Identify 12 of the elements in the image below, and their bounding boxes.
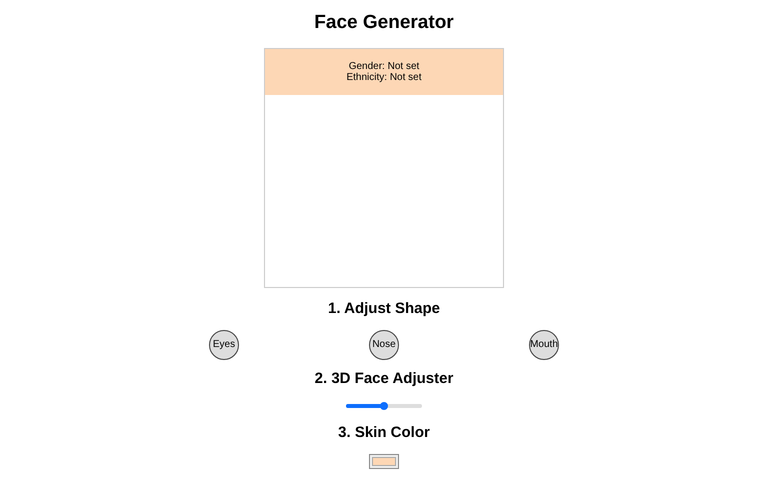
feature-button[interactable]: Mouth xyxy=(529,330,559,360)
section-heading: 3. Skin Color xyxy=(338,424,430,442)
slider-thumb[interactable] xyxy=(380,402,388,410)
page-title: Face Generator xyxy=(314,12,454,35)
slider-track[interactable] xyxy=(346,404,422,408)
section-heading: 2. 3D Face Adjuster xyxy=(314,370,454,388)
feature-button[interactable]: Eyes xyxy=(209,330,239,360)
section-heading: 1. Adjust Shape xyxy=(328,300,440,318)
feature-button[interactable]: Nose xyxy=(369,330,399,360)
info-text: Ethnicity: Not set xyxy=(345,72,423,83)
color-swatch[interactable] xyxy=(369,454,399,469)
info-text: Gender: Not set xyxy=(348,60,420,72)
